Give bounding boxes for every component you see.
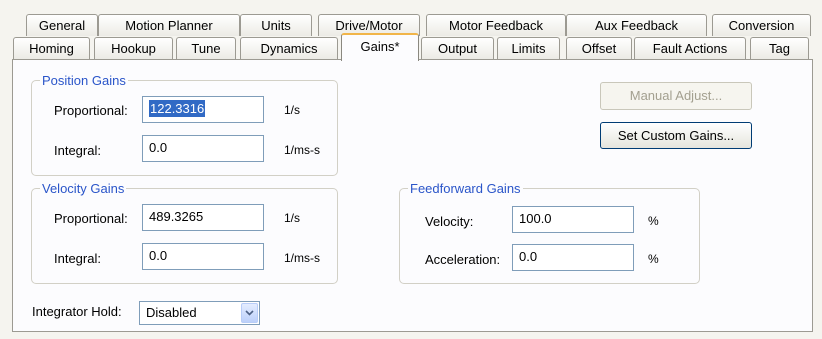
tab-output[interactable]: Output	[421, 37, 494, 59]
position-gains-title: Position Gains	[40, 73, 128, 88]
position-proportional-label: Proportional:	[54, 103, 128, 118]
set-custom-gains-button[interactable]: Set Custom Gains...	[600, 122, 752, 149]
integrator-hold-label: Integrator Hold:	[32, 304, 122, 319]
tab-motion-planner[interactable]: Motion Planner	[98, 14, 240, 36]
velocity-gains-title: Velocity Gains	[40, 181, 127, 196]
chevron-down-icon[interactable]	[241, 303, 258, 323]
gains-tab-panel: Position Gains Proportional: 122.3316 1/…	[12, 59, 813, 332]
position-integral-unit: 1/ms-s	[284, 143, 320, 157]
feedforward-gains-group: Feedforward Gains Velocity: 100.0 % Acce…	[399, 181, 700, 284]
tab-offset[interactable]: Offset	[566, 37, 632, 59]
tab-aux-feedback[interactable]: Aux Feedback	[566, 14, 707, 36]
feedforward-acceleration-unit: %	[648, 252, 659, 266]
tab-fault-actions[interactable]: Fault Actions	[634, 37, 746, 59]
feedforward-velocity-input[interactable]: 100.0	[512, 206, 634, 233]
tab-units[interactable]: Units	[240, 14, 312, 36]
tab-gains[interactable]: Gains*	[341, 33, 419, 61]
feedforward-acceleration-input[interactable]: 0.0	[512, 244, 634, 271]
feedforward-acceleration-label: Acceleration:	[425, 252, 501, 267]
velocity-integral-input[interactable]: 0.0	[142, 243, 264, 270]
velocity-proportional-label: Proportional:	[54, 211, 128, 226]
feedforward-velocity-label: Velocity:	[425, 214, 474, 229]
integrator-hold-value: Disabled	[146, 305, 197, 320]
tab-homing[interactable]: Homing	[13, 37, 90, 59]
position-gains-group: Position Gains Proportional: 122.3316 1/…	[31, 73, 338, 176]
feedforward-velocity-unit: %	[648, 214, 659, 228]
position-proportional-input[interactable]: 122.3316	[142, 96, 264, 123]
position-proportional-unit: 1/s	[284, 103, 301, 117]
velocity-proportional-unit: 1/s	[284, 211, 301, 225]
tab-limits[interactable]: Limits	[497, 37, 560, 59]
position-integral-input[interactable]: 0.0	[142, 135, 264, 162]
velocity-gains-group: Velocity Gains Proportional: 489.3265 1/…	[31, 181, 338, 284]
tab-motor-feedback[interactable]: Motor Feedback	[426, 14, 566, 36]
tab-tag[interactable]: Tag	[750, 37, 809, 59]
manual-adjust-button[interactable]: Manual Adjust...	[600, 82, 752, 110]
feedforward-gains-title: Feedforward Gains	[408, 181, 523, 196]
integrator-hold-select[interactable]: Disabled	[139, 301, 260, 325]
tab-dynamics[interactable]: Dynamics	[240, 37, 338, 59]
tab-conversion[interactable]: Conversion	[712, 14, 811, 36]
velocity-integral-unit: 1/ms-s	[284, 251, 320, 265]
tab-tune[interactable]: Tune	[176, 37, 236, 59]
velocity-proportional-input[interactable]: 489.3265	[142, 204, 264, 231]
tab-general[interactable]: General	[26, 14, 98, 36]
tab-hookup[interactable]: Hookup	[94, 37, 173, 59]
velocity-integral-label: Integral:	[54, 251, 101, 266]
position-integral-label: Integral:	[54, 143, 101, 158]
